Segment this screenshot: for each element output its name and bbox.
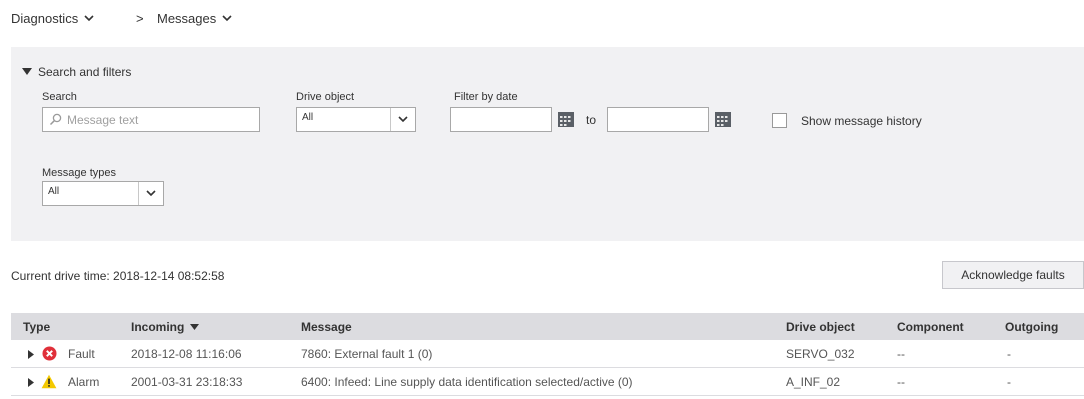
acknowledge-faults-button[interactable]: Acknowledge faults xyxy=(942,261,1084,289)
sort-descending-icon xyxy=(190,323,200,330)
breadcrumb-diagnostics[interactable]: Diagnostics xyxy=(11,11,94,26)
table-row[interactable]: Alarm 2001-03-31 23:18:33 6400: Infeed: … xyxy=(11,368,1084,396)
warning-icon xyxy=(41,374,57,389)
message-types-value: All xyxy=(48,186,60,197)
drive-object-label: Drive object xyxy=(296,91,355,103)
chevron-down-icon xyxy=(222,15,232,22)
column-header-incoming[interactable]: Incoming xyxy=(131,320,200,334)
breadcrumb-separator: > xyxy=(136,11,144,26)
column-header-drive-object[interactable]: Drive object xyxy=(786,320,855,334)
search-label: Search xyxy=(42,91,77,103)
date-to-input[interactable] xyxy=(607,107,709,132)
fault-icon xyxy=(42,346,57,361)
current-drive-time: Current drive time: 2018-12-14 08:52:58 xyxy=(11,269,225,283)
calendar-icon[interactable] xyxy=(557,110,575,128)
breadcrumb-diagnostics-label: Diagnostics xyxy=(11,11,79,26)
search-icon xyxy=(49,113,62,126)
search-input[interactable]: Message text xyxy=(42,107,260,132)
expand-row-icon[interactable] xyxy=(28,378,34,387)
column-header-outgoing[interactable]: Outgoing xyxy=(1005,320,1058,334)
column-header-message[interactable]: Message xyxy=(301,320,352,334)
chevron-down-icon xyxy=(146,190,156,197)
row-drive-object: SERVO_032 xyxy=(786,347,855,361)
message-types-dropdown-button[interactable] xyxy=(138,182,163,205)
table-header: Type Incoming Message Drive object Compo… xyxy=(11,313,1084,340)
message-types-label: Message types xyxy=(42,167,116,179)
row-message: 6400: Infeed: Line supply data identific… xyxy=(301,375,633,389)
search-filters-toggle[interactable]: Search and filters xyxy=(22,65,131,79)
date-to-label: to xyxy=(586,113,597,127)
drive-object-value: All xyxy=(302,112,314,123)
row-message: 7860: External fault 1 (0) xyxy=(301,347,433,361)
row-type: Fault xyxy=(68,347,95,361)
chevron-down-icon xyxy=(84,15,94,22)
row-drive-object: A_INF_02 xyxy=(786,375,841,389)
caret-down-icon xyxy=(22,68,32,75)
column-header-component[interactable]: Component xyxy=(897,320,964,334)
search-filters-panel: Search and filters Search Message text D… xyxy=(11,47,1084,241)
column-header-type[interactable]: Type xyxy=(23,320,50,334)
chevron-down-icon xyxy=(398,116,408,123)
drive-object-dropdown-button[interactable] xyxy=(390,108,415,131)
search-filters-title: Search and filters xyxy=(38,65,132,79)
show-history-checkbox[interactable] xyxy=(772,113,787,128)
table-row[interactable]: Fault 2018-12-08 11:16:06 7860: External… xyxy=(11,340,1084,368)
column-header-incoming-label: Incoming xyxy=(131,320,185,334)
show-history-label: Show message history xyxy=(801,113,922,128)
show-history-toggle[interactable]: Show message history xyxy=(772,113,922,128)
row-incoming: 2018-12-08 11:16:06 xyxy=(131,347,242,361)
expand-row-icon[interactable] xyxy=(28,350,34,359)
search-placeholder: Message text xyxy=(67,113,139,127)
filter-date-label: Filter by date xyxy=(454,91,518,103)
date-from-input[interactable] xyxy=(450,107,552,132)
row-type: Alarm xyxy=(68,375,100,389)
row-outgoing: - xyxy=(1007,375,1011,389)
row-component: -- xyxy=(897,347,905,361)
row-incoming: 2001-03-31 23:18:33 xyxy=(131,375,243,389)
calendar-icon[interactable] xyxy=(714,110,732,128)
drive-object-select[interactable]: All xyxy=(296,107,416,132)
row-component: -- xyxy=(897,375,905,389)
message-types-select[interactable]: All xyxy=(42,181,164,206)
breadcrumb-messages-label: Messages xyxy=(157,11,217,26)
row-outgoing: - xyxy=(1007,347,1011,361)
breadcrumb-messages[interactable]: Messages xyxy=(157,11,232,26)
